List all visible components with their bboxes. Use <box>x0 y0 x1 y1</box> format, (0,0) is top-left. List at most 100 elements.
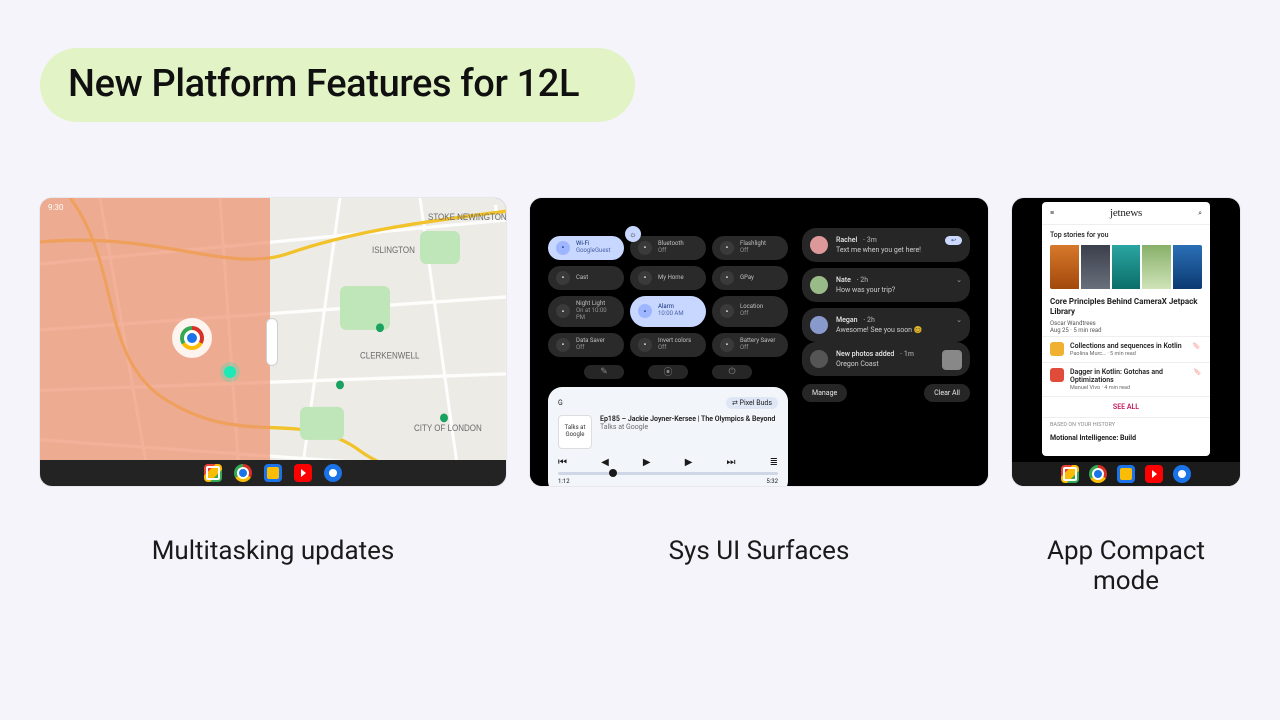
avatar-icon <box>810 236 828 254</box>
appbar: ≡ jetnews ⌕ <box>1042 202 1210 225</box>
caption-sysui: Sys UI Surfaces <box>669 536 850 566</box>
gmail-icon[interactable] <box>204 464 222 482</box>
media-fwd-icon[interactable]: ▶ <box>685 457 693 468</box>
calendar-icon[interactable] <box>264 464 282 482</box>
bookmark-icon[interactable]: 🔖 <box>1192 342 1202 352</box>
settings-icon[interactable] <box>324 464 342 482</box>
notification[interactable]: Megan · 2hAwesome! See you soon 😊⌄ <box>802 308 970 342</box>
media-next-icon[interactable]: ⏭ <box>726 457 735 468</box>
hero-carousel[interactable] <box>1050 245 1202 289</box>
photo-thumb <box>942 350 962 370</box>
chrome-icon[interactable] <box>234 464 252 482</box>
search-icon[interactable]: ⌕ <box>1198 209 1202 218</box>
youtube-icon[interactable] <box>1145 465 1163 483</box>
chrome-icon[interactable] <box>172 318 212 358</box>
card-sysui: 12:00 ☼ •Wi-FiGoogleGuest•BluetoothOff•F… <box>530 198 988 566</box>
qs-tile-cast[interactable]: •Cast <box>548 266 624 290</box>
media-art: Talks at Google <box>558 415 592 449</box>
tile-icon: • <box>556 271 570 285</box>
article-item[interactable]: Dagger in Kotlin: Gotchas and Optimizati… <box>1042 362 1210 396</box>
statusbar: 9:30 ▮ <box>40 198 506 216</box>
hero-byline: Oscar WandtreesAug 25 · 5 min read <box>1042 320 1210 336</box>
tile-icon: • <box>556 304 570 318</box>
qs-tiles: •Wi-FiGoogleGuest•BluetoothOff•Flashligh… <box>548 236 788 357</box>
tile-icon: • <box>720 338 734 352</box>
qs-tile-bluetooth[interactable]: •BluetoothOff <box>630 236 706 260</box>
hero-title[interactable]: Core Principles Behind CameraX Jetpack L… <box>1042 293 1210 320</box>
tile-icon: • <box>638 241 652 255</box>
notification[interactable]: Nate · 2hHow was your trip?⌄ <box>802 268 970 302</box>
settings-icon[interactable] <box>1173 465 1191 483</box>
article-thumb <box>1050 342 1064 356</box>
chrome-icon[interactable] <box>1089 465 1107 483</box>
media-subtitle: Talks at Google <box>600 423 778 431</box>
tile-icon: • <box>638 304 652 318</box>
media-output-chip[interactable]: ⇄ Pixel Buds <box>726 397 778 409</box>
avatar-icon <box>810 350 828 368</box>
media-prev-icon[interactable]: ⏮ <box>558 457 567 468</box>
media-progress[interactable] <box>558 472 778 475</box>
taskbar <box>40 460 506 486</box>
chevron-down-icon[interactable]: ⌄ <box>956 276 962 284</box>
tile-icon: • <box>720 304 734 318</box>
chevron-down-icon[interactable]: ⌄ <box>956 316 962 324</box>
tile-icon: • <box>638 338 652 352</box>
gmail-icon[interactable] <box>1061 465 1079 483</box>
tablet-compact: ≡ jetnews ⌕ Top stories for you Core Pri… <box>1012 198 1240 486</box>
media-card: G ⇄ Pixel Buds Talks at Google Ep185 – J… <box>548 387 788 486</box>
qs-tile-my-home[interactable]: •My Home <box>630 266 706 290</box>
compact-app-panel: ≡ jetnews ⌕ Top stories for you Core Pri… <box>1042 202 1210 456</box>
qs-tile-flashlight[interactable]: •FlashlightOff <box>712 236 788 260</box>
tile-icon: • <box>638 271 652 285</box>
qs-tile-gpay[interactable]: •GPay <box>712 266 788 290</box>
qs-edit-button[interactable]: ✎ <box>584 365 624 379</box>
bookmark-icon[interactable]: 🔖 <box>1193 368 1202 378</box>
status-time: 9:30 <box>48 203 63 212</box>
tile-icon: • <box>720 241 734 255</box>
cards-row: ISLINGTON CLERKENWELL STOKE NEWINGTON CI… <box>40 198 1240 596</box>
notification[interactable]: New photos added · 1mOregon Coast <box>802 342 970 376</box>
qs-tile-location[interactable]: •LocationOff <box>712 296 788 327</box>
brightness-icon: ☼ <box>625 226 641 242</box>
qs-user-button[interactable]: ⦿ <box>648 365 688 379</box>
notification[interactable]: Rachel · 3mText me when you get here!↩ <box>802 228 970 262</box>
qs-tile-battery-saver[interactable]: •Battery SaverOff <box>712 333 788 357</box>
caption-multitasking: Multitasking updates <box>152 536 395 566</box>
quick-settings-panel: ☼ •Wi-FiGoogleGuest•BluetoothOff•Flashli… <box>548 228 788 468</box>
article-item[interactable]: Collections and sequences in KotlinPaoli… <box>1042 336 1210 362</box>
qs-tile-data-saver[interactable]: •Data SaverOff <box>548 333 624 357</box>
tile-icon: • <box>720 271 734 285</box>
location-dot-icon <box>224 366 236 378</box>
media-rew-icon[interactable]: ◀ <box>601 457 609 468</box>
qs-tile-invert-colors[interactable]: •Invert colorsOff <box>630 333 706 357</box>
status-icons: ▮ <box>494 203 498 212</box>
tablet-multitasking: ISLINGTON CLERKENWELL STOKE NEWINGTON CI… <box>40 198 506 486</box>
svg-text:ISLINGTON: ISLINGTON <box>372 245 415 255</box>
reply-chip[interactable]: ↩ <box>945 236 962 245</box>
card-compact: ≡ jetnews ⌕ Top stories for you Core Pri… <box>1012 198 1240 596</box>
media-elapsed: 1:12 <box>558 478 570 485</box>
card-multitasking: ISLINGTON CLERKENWELL STOKE NEWINGTON CI… <box>40 198 506 566</box>
manage-button[interactable]: Manage <box>802 384 847 402</box>
avatar-icon <box>810 276 828 294</box>
qs-tile-night-light[interactable]: •Night LightOn at 10:00 PM <box>548 296 624 327</box>
calendar-icon[interactable] <box>1117 465 1135 483</box>
media-queue-icon[interactable]: ≣ <box>770 457 778 468</box>
see-all-link[interactable]: SEE ALL <box>1042 396 1210 417</box>
qs-pager: ✎ ⦿ ⏻ <box>548 365 788 379</box>
media-total: 5:32 <box>766 478 778 485</box>
qs-tile-alarm[interactable]: •Alarm10:00 AM <box>630 296 706 327</box>
clear-all-button[interactable]: Clear All <box>924 384 970 402</box>
menu-icon[interactable]: ≡ <box>1050 209 1054 217</box>
split-drag-handle[interactable] <box>266 318 278 366</box>
qs-power-button[interactable]: ⏻ <box>712 365 752 379</box>
taskbar <box>1012 462 1240 486</box>
tile-icon: • <box>556 338 570 352</box>
article-thumb <box>1050 368 1064 382</box>
notification-panel: Rachel · 3mText me when you get here!↩ Na… <box>802 228 970 468</box>
qs-tile-wi-fi[interactable]: •Wi-FiGoogleGuest <box>548 236 624 260</box>
tile-icon: • <box>556 241 570 255</box>
youtube-icon[interactable] <box>294 464 312 482</box>
media-play-icon[interactable]: ▶ <box>643 457 651 468</box>
chrome-split-overlay <box>40 198 270 460</box>
